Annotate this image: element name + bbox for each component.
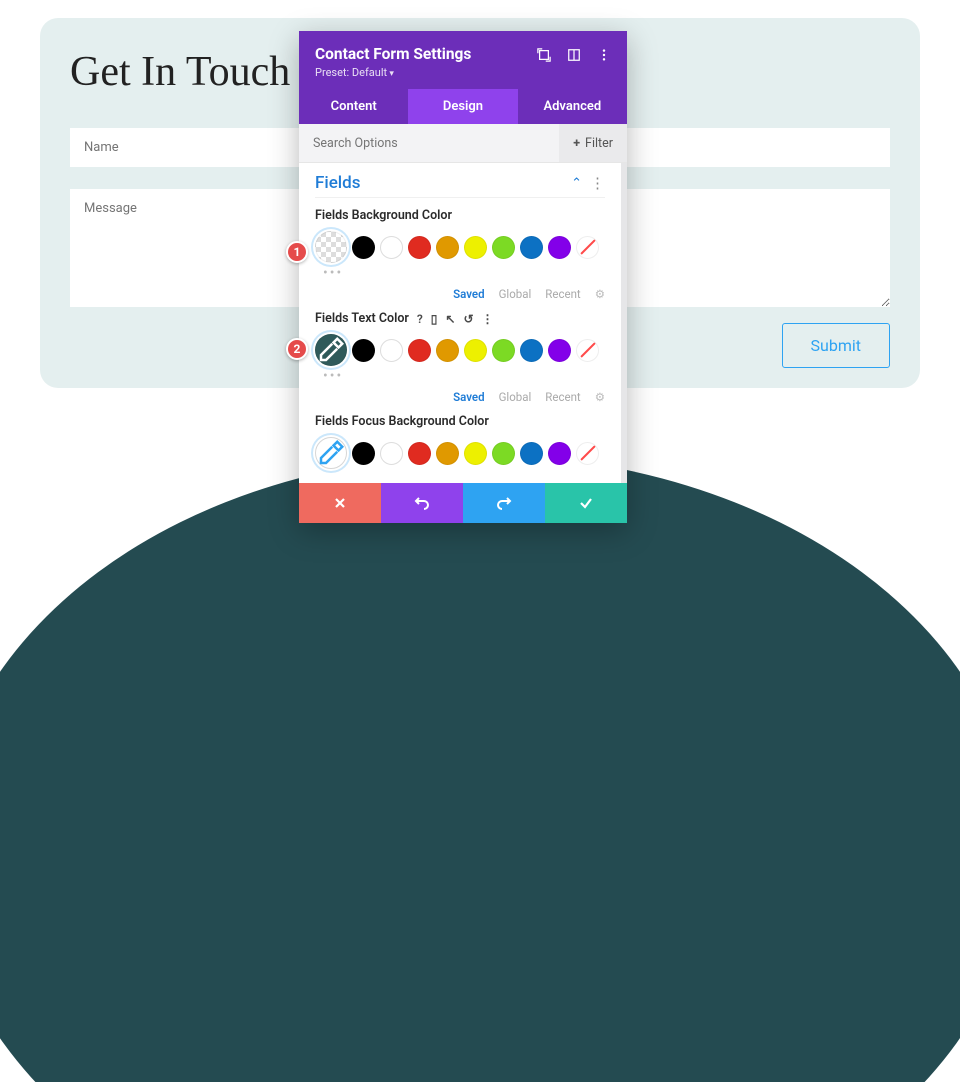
- prop-label-bg: Fields Background Color: [315, 208, 605, 223]
- panel-footer: [299, 483, 627, 523]
- columns-icon[interactable]: [567, 47, 581, 61]
- swatch-blue[interactable]: [520, 236, 543, 259]
- swatch-purple[interactable]: [548, 236, 571, 259]
- footer-save-button[interactable]: [545, 483, 627, 523]
- prop-label-focus: Fields Focus Background Color: [315, 414, 605, 429]
- palette-saved[interactable]: Saved: [453, 287, 484, 301]
- swatch-red[interactable]: [408, 236, 431, 259]
- prop-fields-focus: Fields Focus Background Color: [315, 414, 605, 469]
- tabs: Content Design Advanced: [299, 89, 627, 124]
- tab-content[interactable]: Content: [299, 89, 408, 124]
- swatch-yellow-2[interactable]: [464, 339, 487, 362]
- section-more-icon[interactable]: ⋮: [590, 176, 605, 191]
- annotation-badge-2: 2: [286, 338, 308, 360]
- swatch-transparent[interactable]: [315, 231, 347, 263]
- swatch-yellow-3[interactable]: [464, 442, 487, 465]
- gear-icon[interactable]: ⚙: [595, 287, 605, 301]
- swatch-white[interactable]: [380, 236, 403, 259]
- filter-button[interactable]: + Filter: [559, 124, 627, 162]
- palette-recent[interactable]: Recent: [545, 287, 580, 301]
- swatch-more-icon[interactable]: •••: [323, 265, 605, 281]
- section-header[interactable]: Fields ⌃ ⋮: [315, 173, 605, 198]
- panel-header: Contact Form Settings Preset: Default: [299, 31, 627, 89]
- footer-close-button[interactable]: [299, 483, 381, 523]
- swatch-row-focus: [315, 437, 605, 469]
- panel-title: Contact Form Settings: [315, 45, 471, 63]
- swatch-black-3[interactable]: [352, 442, 375, 465]
- swatch-none-2[interactable]: [576, 339, 599, 362]
- help-icon[interactable]: ?: [417, 312, 423, 326]
- prop-more-icon[interactable]: ⋮: [482, 312, 494, 326]
- swatch-row-text: [315, 334, 605, 366]
- device-icon[interactable]: ▯: [431, 312, 438, 326]
- swatch-purple-3[interactable]: [548, 442, 571, 465]
- swatch-blue-2[interactable]: [520, 339, 543, 362]
- prop-label-text: Fields Text Color ? ▯ ↖ ↺ ⋮: [315, 311, 605, 326]
- palette-tabs-2: Saved Global Recent ⚙: [315, 390, 605, 404]
- palette-global-2[interactable]: Global: [499, 390, 532, 404]
- palette-recent-2[interactable]: Recent: [545, 390, 580, 404]
- swatch-green-2[interactable]: [492, 339, 515, 362]
- swatch-black-2[interactable]: [352, 339, 375, 362]
- swatch-yellow[interactable]: [464, 236, 487, 259]
- palette-global[interactable]: Global: [499, 287, 532, 301]
- swatch-white-3[interactable]: [380, 442, 403, 465]
- swatch-purple-2[interactable]: [548, 339, 571, 362]
- swatch-white-2[interactable]: [380, 339, 403, 362]
- palette-saved-2[interactable]: Saved: [453, 390, 484, 404]
- eyedropper-blue[interactable]: [315, 437, 347, 469]
- tab-advanced[interactable]: Advanced: [518, 89, 627, 124]
- annotation-badge-1: 1: [286, 241, 308, 263]
- swatch-orange-2[interactable]: [436, 339, 459, 362]
- swatch-green[interactable]: [492, 236, 515, 259]
- expand-icon[interactable]: [537, 47, 551, 61]
- more-icon[interactable]: [597, 47, 611, 61]
- swatch-orange-3[interactable]: [436, 442, 459, 465]
- tab-design[interactable]: Design: [408, 89, 517, 124]
- section-title: Fields: [315, 173, 360, 193]
- swatch-none-3[interactable]: [576, 442, 599, 465]
- prop-fields-text: Fields Text Color ? ▯ ↖ ↺ ⋮: [315, 311, 605, 404]
- swatch-row-bg: [315, 231, 605, 263]
- plus-icon: +: [573, 136, 580, 151]
- swatch-black[interactable]: [352, 236, 375, 259]
- gear-icon-2[interactable]: ⚙: [595, 390, 605, 404]
- section-body: Fields ⌃ ⋮ Fields Background Color •••: [299, 163, 627, 483]
- hover-icon[interactable]: ↖: [445, 312, 455, 326]
- swatch-none[interactable]: [576, 236, 599, 259]
- swatch-blue-3[interactable]: [520, 442, 543, 465]
- settings-panel: Contact Form Settings Preset: Default Co…: [299, 31, 627, 523]
- decorative-arc: [0, 455, 960, 1082]
- eyedropper-dark[interactable]: [315, 334, 347, 366]
- swatch-green-3[interactable]: [492, 442, 515, 465]
- footer-undo-button[interactable]: [381, 483, 463, 523]
- prop-fields-bg: Fields Background Color ••• Saved Global…: [315, 208, 605, 301]
- footer-redo-button[interactable]: [463, 483, 545, 523]
- swatch-more-icon-2[interactable]: •••: [323, 368, 605, 384]
- chevron-up-icon[interactable]: ⌃: [571, 176, 582, 191]
- swatch-orange[interactable]: [436, 236, 459, 259]
- swatch-red-3[interactable]: [408, 442, 431, 465]
- search-row: + Filter: [299, 124, 627, 163]
- reset-icon[interactable]: ↺: [463, 312, 473, 326]
- search-input[interactable]: [299, 125, 559, 162]
- submit-button[interactable]: Submit: [782, 323, 890, 368]
- filter-label: Filter: [585, 136, 613, 151]
- preset-dropdown[interactable]: Preset: Default: [315, 66, 471, 79]
- palette-tabs-1: Saved Global Recent ⚙: [315, 287, 605, 301]
- swatch-red-2[interactable]: [408, 339, 431, 362]
